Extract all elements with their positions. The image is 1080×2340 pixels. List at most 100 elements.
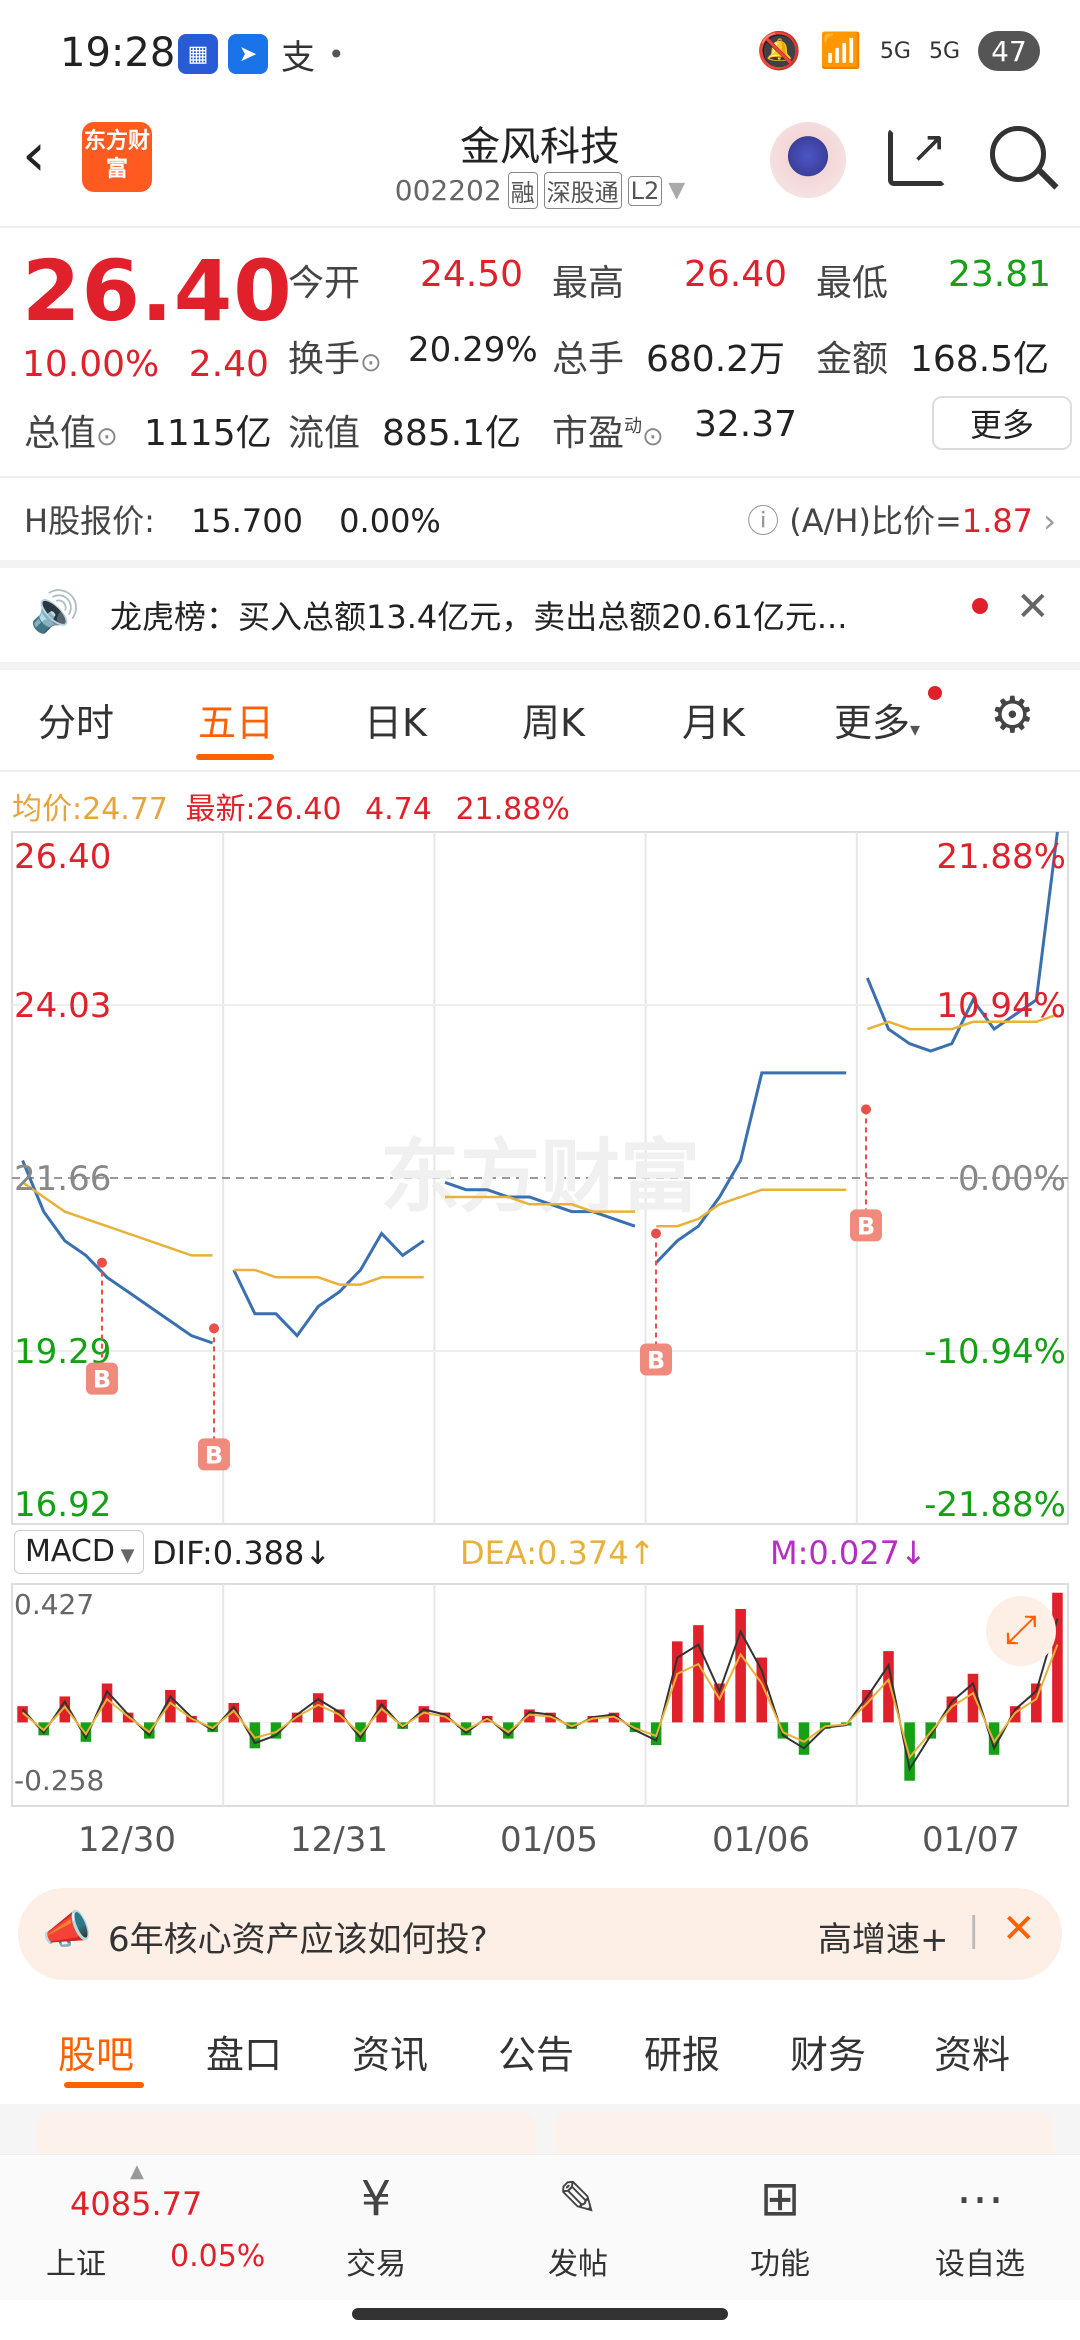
pe-label[interactable]: 市盈动⊙ (552, 404, 664, 456)
volume-label: 总手 (552, 339, 625, 380)
tag-connect: 深股通 (543, 172, 622, 209)
tab-intraday[interactable]: 分时 (38, 692, 114, 747)
expand-icon[interactable]: ⤢ (986, 1596, 1056, 1666)
status-bar: 19:28 ▦ ➤ 支 • 🔕 📶 5G 5G 47 (0, 0, 1080, 110)
mktcap-value: 1115亿 (144, 413, 272, 454)
amount-value: 168.5亿 (910, 339, 1050, 380)
home-indicator (352, 2308, 728, 2320)
macd-m: M:0.027↓ (770, 1534, 927, 1572)
tab-more[interactable]: 更多▾ (834, 692, 920, 747)
section-gap (0, 560, 1080, 568)
amount-label: 金额 (816, 339, 889, 380)
share-arrow-icon: ↗ (910, 122, 947, 173)
float-value: 885.1亿 (382, 413, 522, 454)
open-label: 今开 (288, 263, 361, 304)
date-tick: 01/06 (712, 1820, 810, 1860)
h-share-price: 15.700 (191, 502, 303, 540)
macd-top-label: 0.427 (14, 1588, 94, 1621)
tab-weekly-k[interactable]: 周K (522, 692, 585, 747)
tab-monthly-k[interactable]: 月K (682, 692, 745, 747)
tab-finance[interactable]: 财务 (790, 2024, 866, 2079)
five-day-price-chart[interactable]: 东方财富26.40 21.88%24.03 10.94%21.66 0.00%19.2… (0, 828, 1080, 1528)
macd-selector[interactable]: MACD ▼ (14, 1530, 144, 1574)
notice-text[interactable]: 龙虎榜：买入总额13.4亿元，卖出总额20.61亿元... (110, 592, 950, 638)
turnover-label[interactable]: 换手⊙ (288, 330, 382, 382)
mktcap-label[interactable]: 总值⊙ (24, 404, 118, 456)
ad-text: 6年核心资产应该如何投? (108, 1920, 488, 1960)
tab-research[interactable]: 研报 (644, 2024, 720, 2079)
buy-marker-label: B (647, 1346, 665, 1374)
status-system-icons: 🔕 📶 5G 5G 47 (757, 30, 1040, 72)
tabs-divider (0, 770, 1080, 772)
volume-value: 680.2万 (646, 339, 786, 380)
high-label: 最高 (552, 263, 625, 304)
macd-dea: DEA:0.374↑ (460, 1534, 656, 1572)
content-area-peek (0, 2104, 1080, 2154)
tab-profile[interactable]: 资料 (934, 2024, 1010, 2079)
h-share-label: H股报价: (24, 502, 155, 540)
nav-functions[interactable]: ⊞ 功能 (710, 2169, 850, 2283)
float-label: 流值 (288, 413, 361, 454)
y-tick-label-left: 24.03 (14, 986, 111, 1026)
price-line (232, 1231, 425, 1339)
avg-row: 均价:24.77 最新:26.40 4.74 21.88% (12, 784, 570, 828)
open-value: 24.50 (420, 254, 524, 295)
tab-news[interactable]: 资讯 (352, 2024, 428, 2079)
calendar-app-icon: ▦ (178, 34, 218, 74)
stock-code: 002202 (394, 174, 502, 207)
ah-ratio[interactable]: ⓘ (A/H)比价=1.87 › (747, 496, 1056, 542)
tab-guba[interactable]: 股吧 (58, 2024, 134, 2079)
buy-marker-label: B (93, 1366, 111, 1394)
nav-post[interactable]: ✎ 发帖 (508, 2169, 648, 2283)
tab-pankou[interactable]: 盘口 (206, 2024, 282, 2079)
nav-trade[interactable]: ¥ 交易 (306, 2169, 446, 2283)
more-quote-button[interactable]: 更多 (932, 396, 1072, 450)
nav-watchlist[interactable]: ⋯ 设自选 (910, 2169, 1050, 2283)
card-peek-right (554, 2112, 1054, 2154)
y-tick-label-right: 0.00% (958, 1159, 1066, 1199)
avg-value: 24.77 (82, 792, 168, 827)
avg-label: 均价: (12, 792, 83, 827)
date-tick: 12/30 (78, 1820, 176, 1860)
ad-banner[interactable]: 📣 6年核心资产应该如何投? 高增速+ | ✕ (18, 1888, 1062, 1980)
ah-ratio-value: 1.87 (961, 502, 1034, 540)
help-icon: ⓘ (747, 502, 780, 540)
macd-bar (967, 1673, 979, 1723)
macd-dea-line (21, 1644, 1059, 1760)
h-share-row[interactable]: H股报价: 15.700 0.00% (24, 496, 441, 542)
signal-5g-icon: 5G (879, 38, 911, 64)
macd-chart[interactable]: 0.427 -0.258 (0, 1580, 1080, 1810)
price-change: 10.00% 2.40 (22, 344, 269, 385)
tab-announcements[interactable]: 公告 (498, 2024, 574, 2079)
index-name: 上证 (46, 2247, 106, 2282)
notification-dot: • (328, 37, 345, 71)
y-tick-label-right: -10.94% (924, 1332, 1066, 1372)
ad-separator: | (968, 1910, 980, 1950)
content-tab-indicator (64, 2082, 144, 2088)
tab-daily-k[interactable]: 日K (364, 692, 427, 747)
tab-five-day[interactable]: 五日 (198, 692, 274, 747)
y-tick-label-right: -21.88% (924, 1485, 1066, 1525)
y-tick-label-left: 21.66 (14, 1159, 111, 1199)
low-value: 23.81 (948, 254, 1052, 295)
pe-value: 32.37 (694, 404, 798, 445)
tag-margin: 融 (507, 172, 538, 209)
buy-marker-label: B (205, 1441, 223, 1469)
latest-label: 最新: (185, 792, 256, 827)
alipay-icon: 支 (281, 37, 315, 78)
ai-assistant-avatar[interactable] (770, 122, 846, 198)
h-share-pct: 0.00% (339, 502, 441, 540)
content-tabs: 股吧 盘口 资讯 公告 研报 财务 资料 (0, 1996, 1080, 2106)
y-tick-label-right: 10.94% (936, 986, 1066, 1026)
macd-bar (735, 1608, 746, 1723)
index-pct: 0.05% (170, 2239, 266, 2274)
index-value[interactable]: 4085.77 (70, 2185, 202, 2223)
play-app-icon: ➤ (228, 34, 268, 74)
macd-bottom-label: -0.258 (14, 1764, 104, 1797)
yen-cycle-icon: ¥ (360, 2171, 392, 2227)
avg-price-line (233, 1268, 424, 1286)
chart-tabs: 分时 五日 日K 周K 月K 更多▾ ⚙ (0, 664, 1080, 774)
close-icon[interactable]: ✕ (1016, 584, 1050, 630)
ad-close-icon[interactable]: ✕ (1002, 1906, 1036, 1952)
settings-gear-icon[interactable]: ⚙ (990, 686, 1035, 744)
